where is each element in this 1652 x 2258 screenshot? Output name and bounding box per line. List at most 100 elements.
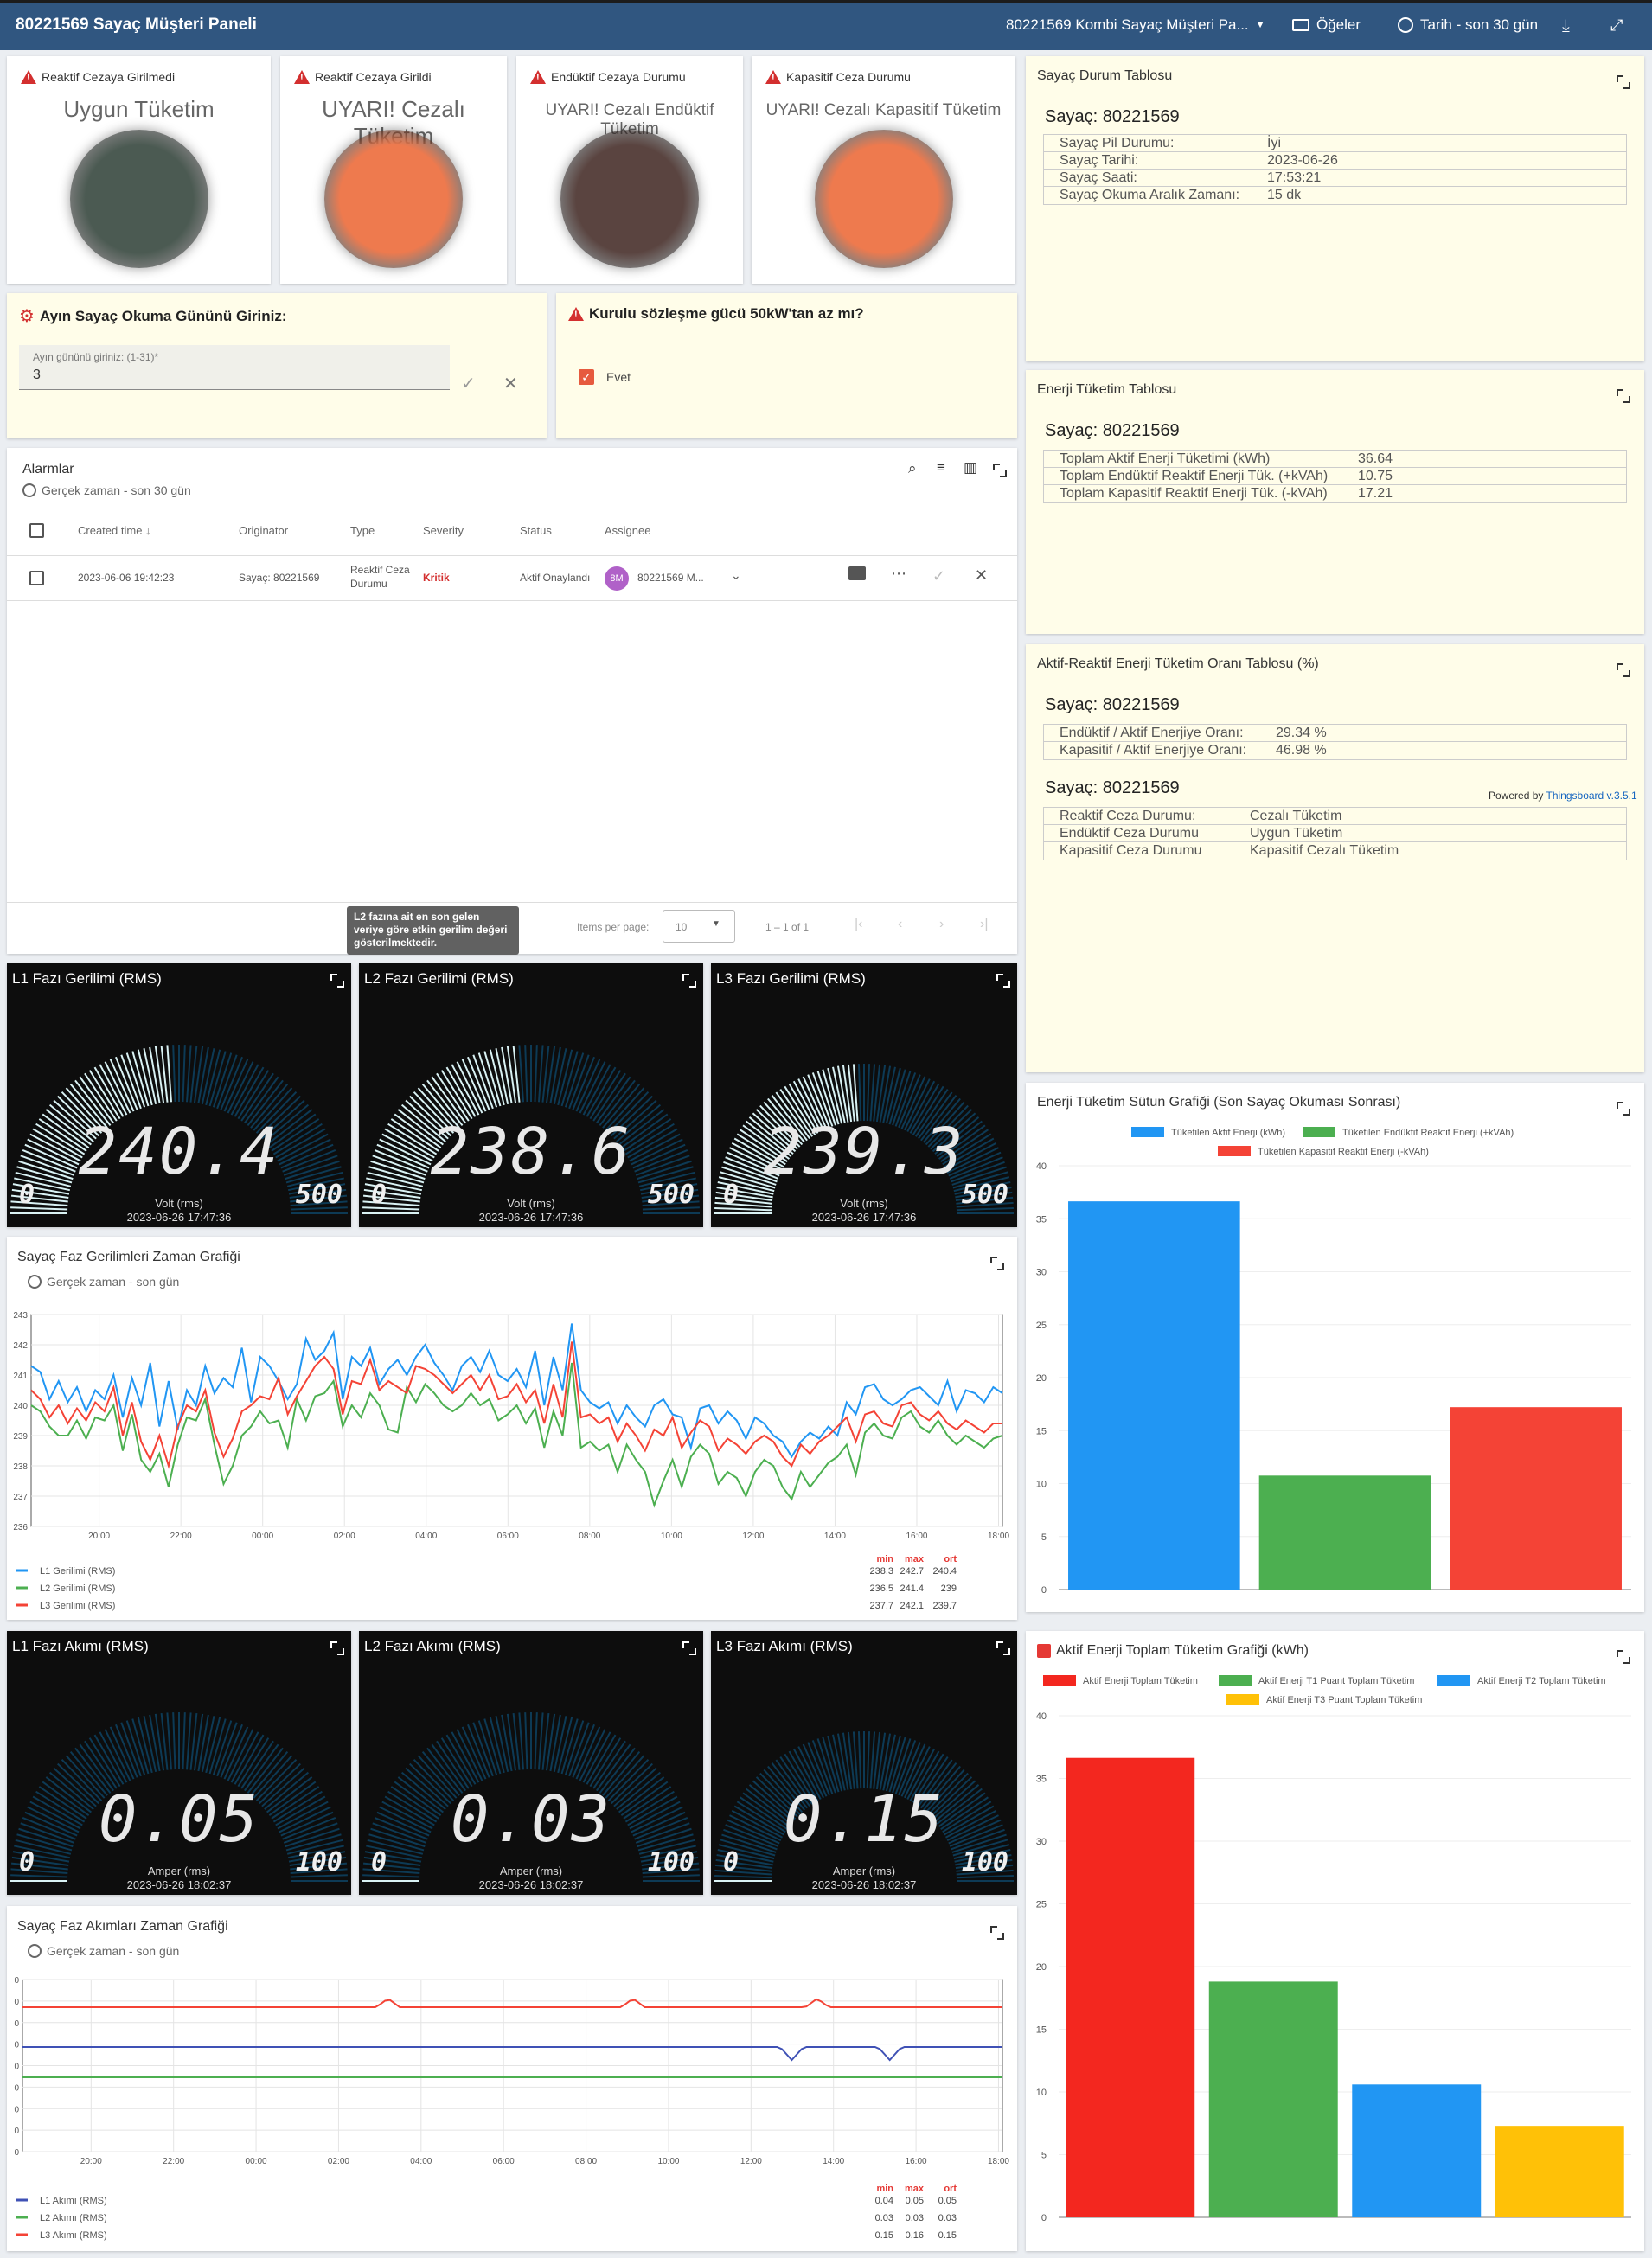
columns-icon[interactable]: ▥	[964, 459, 977, 477]
reading-day-card: ⚙ Ayın Sayaç Okuma Gününü Giriniz: Ayın g…	[7, 293, 547, 438]
table-key: Toplam Endüktif Reaktif Enerji Tük. (+kV…	[1060, 469, 1329, 483]
gauge-tick	[166, 1045, 172, 1103]
gauge-tick	[534, 1045, 538, 1103]
entities-label: Öğeler	[1316, 16, 1361, 33]
chevron-down-icon[interactable]: ⌄	[731, 568, 741, 583]
contract-card: ! Kurulu sözleşme gücü 50kW'tan az mı? ✓ …	[556, 293, 1017, 438]
bar[interactable]	[1450, 1407, 1622, 1590]
legend-label[interactable]: L3 Akımı (RMS)	[40, 2230, 107, 2241]
table-key: Toplam Kapasitif Reaktif Enerji Tük. (-k…	[1060, 486, 1328, 501]
legend-label[interactable]: L2 Gerilimi (RMS)	[40, 1583, 115, 1594]
clear-alarm-icon[interactable]: ✕	[975, 566, 988, 585]
entities-button[interactable]: Öğeler	[1292, 16, 1361, 34]
dashboard-select[interactable]: 80221569 Kombi Sayaç Müşteri Pa... ▼	[1006, 16, 1265, 34]
legend-label[interactable]: Tüketilen Endüktif Reaktif Enerji (+kVAh…	[1342, 1128, 1514, 1138]
prev-page-icon[interactable]: ‹	[898, 917, 902, 932]
y-tick-label: 238	[13, 1462, 28, 1472]
exit-fullscreen-button[interactable]: ⤢	[1610, 16, 1623, 35]
voltage-chart-card: Sayaç Faz Gerilimleri Zaman Grafiği Gerç…	[7, 1237, 1017, 1620]
status-table-card: Sayaç Durum Tablosu Sayaç: 80221569 Saya…	[1026, 56, 1644, 361]
alarms-card: Alarmlar Gerçek zaman - son 30 gün ⌕ ≡ ▥…	[7, 448, 1017, 954]
x-tick-label: 06:00	[497, 1532, 519, 1541]
powered-by: Powered by Thingsboard v.3.5.1	[1489, 790, 1637, 802]
filter-icon[interactable]: ≡	[937, 459, 945, 477]
gauge-card: L1 Fazı Akımı (RMS) 0.05 0 100 Amper (rm…	[7, 1631, 351, 1895]
row-checkbox[interactable]	[29, 571, 44, 585]
select-all-checkbox[interactable]	[29, 523, 44, 538]
legend-swatch	[1043, 1675, 1076, 1686]
x-tick-label: 18:00	[988, 1532, 1009, 1541]
fullscreen-icon[interactable]	[1617, 389, 1630, 403]
x-tick-label: 22:00	[170, 1532, 192, 1541]
legend-label[interactable]: L1 Akımı (RMS)	[40, 2196, 107, 2206]
table-key: Sayaç Okuma Aralık Zamanı:	[1060, 188, 1240, 202]
col-type[interactable]: Type	[350, 524, 375, 537]
gauge-tick	[538, 1045, 544, 1103]
alarm-created-time: 2023-06-06 19:42:23	[78, 572, 175, 584]
bar[interactable]	[1068, 1201, 1240, 1590]
legend-label[interactable]: Aktif Enerji Toplam Tüketim	[1083, 1676, 1198, 1686]
y-tick-label: 30	[1036, 1268, 1047, 1278]
status-lamp	[560, 130, 699, 268]
col-originator[interactable]: Originator	[239, 524, 288, 537]
legend-label[interactable]: Tüketilen Aktif Enerji (kWh)	[1171, 1128, 1285, 1138]
legend-label[interactable]: L3 Gerilimi (RMS)	[40, 1601, 115, 1611]
timewindow-button[interactable]: Tarih - son 30 gün	[1398, 16, 1538, 34]
fullscreen-icon[interactable]	[993, 464, 1007, 477]
comment-icon[interactable]	[848, 566, 866, 580]
stat-value: 0.15	[938, 2230, 957, 2241]
legend-label[interactable]: Aktif Enerji T2 Toplam Tüketim	[1477, 1676, 1606, 1686]
table-value: 17.21	[1358, 486, 1393, 501]
x-tick-label: 04:00	[415, 1532, 437, 1541]
fullscreen-icon[interactable]	[1617, 75, 1630, 89]
legend-label[interactable]: Aktif Enerji T3 Puant Toplam Tüketim	[1266, 1695, 1422, 1705]
gauge-tick	[182, 1712, 186, 1770]
x-tick-label: 00:00	[252, 1532, 273, 1541]
table-row[interactable]: 2023-06-06 19:42:23 Sayaç: 80221569 Reak…	[7, 556, 1017, 601]
legend-label[interactable]: L2 Akımı (RMS)	[40, 2213, 107, 2223]
thingsboard-link[interactable]: Thingsboard v.3.5.1	[1546, 790, 1637, 802]
table-key: Kapasitif / Aktif Enerjiye Oranı:	[1060, 743, 1247, 758]
lamp-status-text: UYARI! Cezalı Kapasitif Tüketim	[765, 101, 1002, 119]
col-created-time[interactable]: Created time ↓	[78, 524, 151, 537]
download-button[interactable]: ⤓	[1562, 16, 1570, 36]
search-icon[interactable]: ⌕	[908, 460, 917, 477]
gauge-card: L1 Fazı Gerilimi (RMS) 240.4 0 500 Volt …	[7, 963, 351, 1227]
col-severity[interactable]: Severity	[423, 524, 464, 537]
gauge-tick	[866, 1731, 871, 1789]
stat-value: 240.4	[932, 1566, 957, 1577]
reading-day-input[interactable]: 3	[33, 368, 41, 383]
gauge-tick	[518, 1712, 524, 1770]
table-row: Kapasitif / Aktif Enerjiye Oranı: 46.98 %	[1044, 742, 1626, 759]
col-status[interactable]: Status	[520, 524, 552, 537]
bar[interactable]	[1258, 1475, 1431, 1590]
acknowledge-check-icon[interactable]: ✓	[932, 567, 945, 585]
bar[interactable]	[1495, 2126, 1624, 2217]
fullscreen-icon[interactable]	[1617, 663, 1630, 677]
confirm-check-icon[interactable]: ✓	[461, 373, 476, 394]
more-options-icon[interactable]: ⋯	[891, 565, 906, 583]
table-key: Kapasitif Ceza Durumu	[1060, 843, 1202, 858]
reading-day-field[interactable]: Ayın gününü giriniz: (1-31)* 3	[19, 345, 450, 390]
alarm-assignee[interactable]: 80221569 M...	[637, 572, 704, 584]
gauge-tick	[524, 1045, 528, 1103]
legend-label[interactable]: L1 Gerilimi (RMS)	[40, 1566, 115, 1577]
stat-value: 0.04	[875, 2196, 893, 2206]
bar[interactable]	[1208, 1981, 1338, 2217]
bar[interactable]	[1066, 1757, 1195, 2217]
bar[interactable]	[1352, 2084, 1482, 2217]
cancel-close-icon[interactable]: ✕	[503, 373, 518, 394]
items-per-page-select[interactable]: 10 ▼	[663, 910, 735, 943]
contract-checkbox[interactable]: ✓	[579, 369, 594, 385]
col-assignee[interactable]: Assignee	[605, 524, 650, 537]
legend-label[interactable]: Tüketilen Kapasitif Reaktif Enerji (-kVA…	[1258, 1147, 1429, 1157]
last-page-icon[interactable]: ›|	[980, 917, 988, 932]
status-lamp	[69, 130, 208, 268]
legend-label[interactable]: Aktif Enerji T1 Puant Toplam Tüketim	[1258, 1676, 1414, 1686]
alarms-timewindow[interactable]: Gerçek zaman - son 30 gün	[22, 483, 191, 497]
first-page-icon[interactable]: |‹	[855, 917, 862, 932]
y-tick-label: 5	[1041, 1532, 1047, 1543]
table-value: İyi	[1267, 136, 1281, 150]
next-page-icon[interactable]: ›	[939, 917, 944, 932]
table-row: Sayaç Pil Durumu: İyi	[1044, 135, 1626, 152]
